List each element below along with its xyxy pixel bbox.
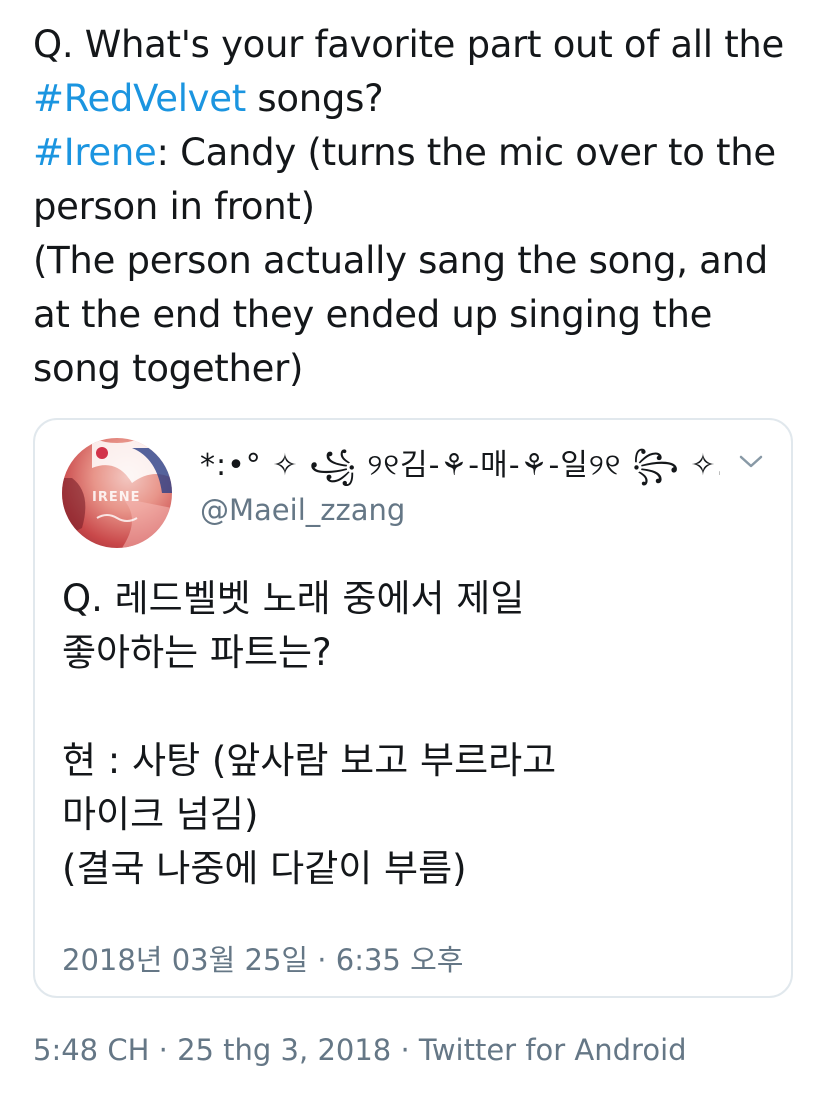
hashtag-link[interactable]: #RedVelvet: [33, 77, 246, 120]
quoted-author[interactable]: *:•° ✧ ꧁ ୨୧김-⚘-매-⚘-일୨୧ ꧂ ✧... @Maeil_zza…: [200, 446, 720, 530]
tweet-source-link[interactable]: Twitter for Android: [419, 1033, 687, 1067]
tweet-text-segment: song together): [33, 347, 304, 390]
tweet-text-segment: (The person actually sang the song, and: [33, 239, 768, 282]
display-name[interactable]: *:•° ✧ ꧁ ୨୧김-⚘-매-⚘-일୨୧ ꧂ ✧...: [200, 446, 720, 486]
tweet-text-segment: person in front): [33, 185, 315, 228]
hashtag-link[interactable]: #Irene: [33, 131, 157, 174]
tweet-text-line: (The person actually sang the song, and: [33, 234, 803, 288]
line-break: [62, 680, 762, 734]
quoted-text-line: Q. 레드벨벳 노래 중에서 제일: [62, 577, 525, 620]
chevron-down-icon[interactable]: [737, 450, 765, 474]
meta-separator: ·: [149, 1033, 178, 1067]
tweet-text-line: #RedVelvet songs?: [33, 72, 803, 126]
quoted-tweet-card[interactable]: IRENE *:•° ✧ ꧁ ୨୧김-⚘-매-⚘-일୨୧ ꧂ ✧... @Mae…: [33, 418, 793, 998]
tweet-text-line: at the end they ended up singing the: [33, 288, 803, 342]
tweet-text-segment: songs?: [245, 77, 384, 120]
tweet-metadata: 5:48 CH · 25 thg 3, 2018 · Twitter for A…: [33, 1030, 687, 1070]
quoted-tweet-timestamp: 2018년 03월 25일 · 6:35 오후: [62, 943, 464, 977]
meta-separator: ·: [391, 1033, 419, 1067]
quoted-text-line: 마이크 넘김): [62, 793, 259, 836]
avatar-overlay-text: IRENE: [92, 490, 141, 505]
quoted-tweet-text: Q. 레드벨벳 노래 중에서 제일좋아하는 파트는? 현 : 사탕 (앞사람 보고…: [62, 572, 762, 896]
avatar[interactable]: IRENE: [62, 438, 172, 548]
tweet-text-line: Q. What's your favorite part out of all …: [33, 18, 803, 72]
username-handle[interactable]: @Maeil_zzang: [200, 490, 720, 530]
tweet-date[interactable]: 25 thg 3, 2018: [177, 1033, 391, 1067]
tweet-text-line: person in front): [33, 180, 803, 234]
tweet-text-segment: : Candy (turns the mic over to the: [156, 131, 777, 174]
tweet-text-line: #Irene: Candy (turns the mic over to the: [33, 126, 803, 180]
tweet-text: Q. What's your favorite part out of all …: [33, 18, 803, 396]
quoted-text-line: 현 : 사탕 (앞사람 보고 부르라고: [62, 739, 557, 782]
tweet-time[interactable]: 5:48 CH: [33, 1033, 149, 1067]
tweet-text-line: song together): [33, 342, 803, 396]
tweet-text-segment: at the end they ended up singing the: [33, 293, 713, 336]
quoted-text-line: (결국 나중에 다같이 부름): [62, 847, 467, 890]
quoted-text-line: 좋아하는 파트는?: [62, 631, 332, 674]
tweet-text-segment: Q. What's your favorite part out of all …: [33, 23, 785, 66]
